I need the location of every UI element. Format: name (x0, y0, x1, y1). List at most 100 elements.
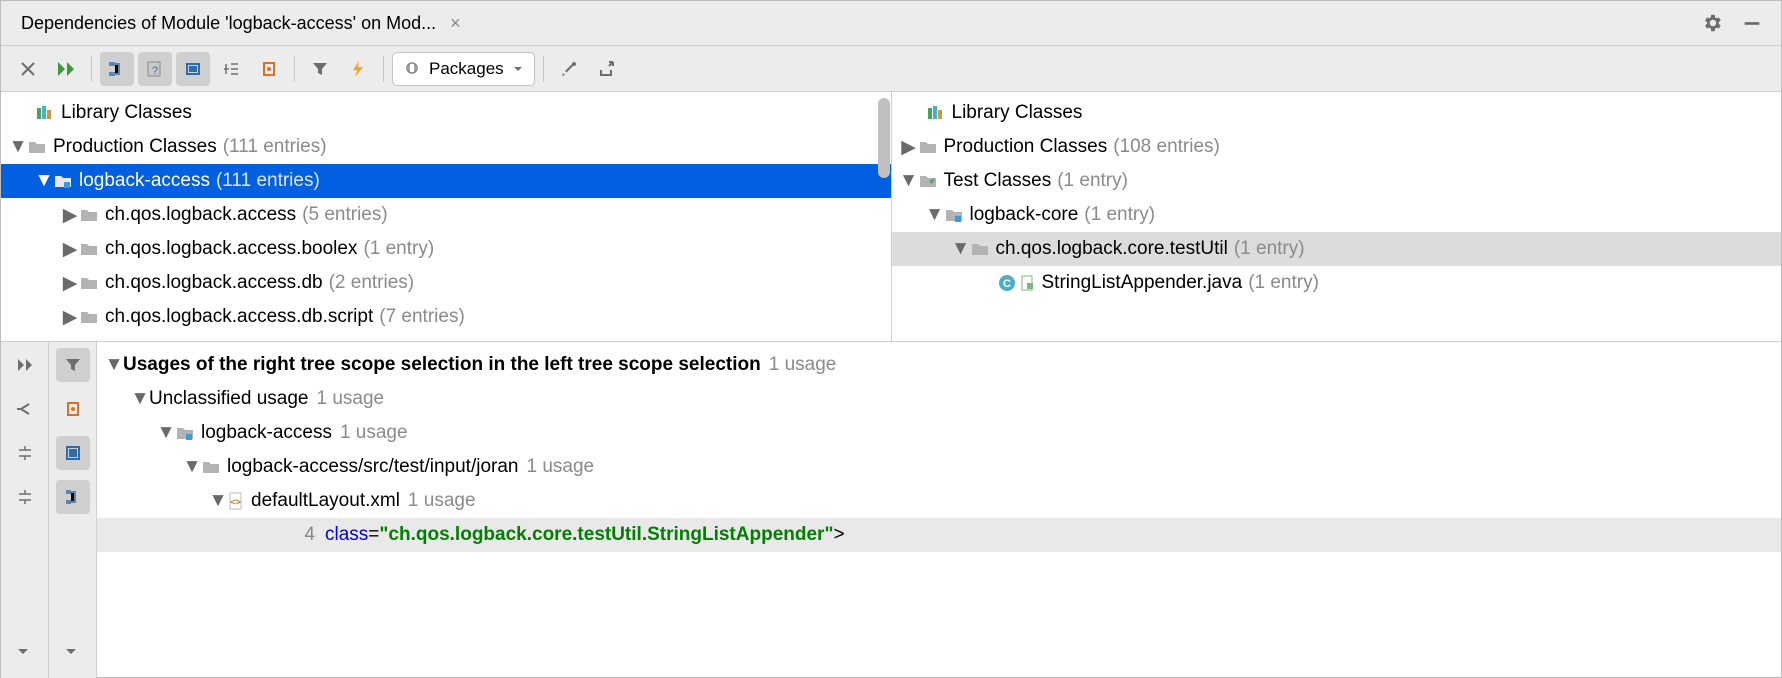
separator (91, 56, 92, 82)
node-label: ch.qos.logback.access.boolex (105, 238, 357, 260)
node-label: logback-core (970, 204, 1079, 226)
node-label: Unclassified usage (149, 388, 308, 410)
more-button[interactable] (8, 636, 42, 670)
scrollbar[interactable] (878, 98, 890, 178)
node-label: ch.qos.logback.access (105, 204, 296, 226)
filter-button[interactable] (56, 348, 90, 382)
export-button[interactable] (590, 52, 624, 86)
group-by-dropdown[interactable]: Packages (392, 52, 535, 86)
preview-button[interactable] (56, 436, 90, 470)
next-button[interactable] (8, 348, 42, 382)
node-entries: (1 entry) (1248, 272, 1319, 294)
usages-code-line[interactable]: 4 class="ch.qos.logback.core.testUtil.St… (97, 518, 1781, 552)
tree-node-module-logback-core[interactable]: ▼ logback-core (1 entry) (892, 198, 1782, 232)
filter-button[interactable] (303, 52, 337, 86)
minimize-icon[interactable] (1741, 12, 1763, 34)
node-count: 1 usage (526, 456, 594, 478)
flatten-modules-button[interactable] (100, 52, 134, 86)
group-button[interactable] (56, 480, 90, 514)
close-icon[interactable]: × (450, 13, 461, 34)
usages-unclassified[interactable]: ▼ Unclassified usage 1 usage (97, 382, 1781, 416)
folder-icon (27, 138, 47, 156)
usages-heading[interactable]: ▼ Usages of the right tree scope selecti… (97, 348, 1781, 382)
usages-module[interactable]: ▼ logback-access 1 usage (97, 416, 1781, 450)
node-count: 1 usage (408, 490, 476, 512)
rerun-button[interactable] (49, 52, 83, 86)
package-icon (79, 274, 99, 292)
library-icon (926, 104, 946, 122)
node-label: ch.qos.logback.access.db.script (105, 306, 373, 328)
usages-directory[interactable]: ▼ logback-access/src/test/input/joran 1 … (97, 450, 1781, 484)
chevron-right-icon: ▶ (900, 136, 918, 159)
node-label: Production Classes (53, 136, 217, 158)
node-entries: (111 entries) (216, 170, 320, 192)
tab-dependencies[interactable]: Dependencies of Module 'logback-access' … (9, 1, 473, 45)
right-tree-panel: Library Classes ▶ Production Classes (10… (892, 92, 1782, 341)
tree-node-production[interactable]: ▶ Production Classes (108 entries) (892, 130, 1782, 164)
chevron-down-icon: ▼ (209, 490, 227, 512)
dropdown-label: Packages (429, 59, 504, 79)
chevron-right-icon: ▶ (61, 204, 79, 227)
folder-icon (201, 458, 221, 476)
usages-file[interactable]: ▼ <> defaultLayout.xml 1 usage (97, 484, 1781, 518)
gear-icon[interactable] (1701, 12, 1723, 34)
lightning-button[interactable] (341, 52, 375, 86)
back-button[interactable] (8, 392, 42, 426)
chevron-down-icon: ▼ (157, 422, 175, 444)
usages-toolbar-secondary (49, 342, 97, 678)
package-icon (79, 308, 99, 326)
show-files-button[interactable]: ? (138, 52, 172, 86)
module-icon (175, 424, 195, 442)
close-button[interactable] (11, 52, 45, 86)
node-entries: (111 entries) (223, 136, 327, 158)
code-value: ch.qos.logback.core.testUtil.StringListA… (388, 524, 824, 546)
node-label: Library Classes (61, 102, 192, 124)
chevron-right-icon: ▶ (61, 306, 79, 329)
node-label: Library Classes (952, 102, 1083, 124)
expand-all-button[interactable] (8, 480, 42, 514)
node-label: Production Classes (944, 136, 1108, 158)
node-label: defaultLayout.xml (251, 490, 400, 512)
tree-node-library[interactable]: Library Classes (892, 96, 1782, 130)
test-folder-icon (918, 172, 938, 190)
node-entries: (1 entry) (1234, 238, 1305, 260)
usages-panel: ▼ Usages of the right tree scope selecti… (1, 342, 1781, 678)
titlebar: Dependencies of Module 'logback-access' … (1, 1, 1781, 46)
java-file-icon (1020, 275, 1036, 291)
node-entries: (1 entry) (363, 238, 434, 260)
tree-node-production[interactable]: ▼ Production Classes (111 entries) (1, 130, 891, 164)
node-entries: (108 entries) (1113, 136, 1220, 158)
tree-node-package[interactable]: ▶ ch.qos.logback.access.db (2 entries) (1, 266, 891, 300)
node-label: Test Classes (944, 170, 1052, 192)
scope-button[interactable] (252, 52, 286, 86)
tree-node-package[interactable]: ▶ ch.qos.logback.access.db.script (7 ent… (1, 300, 891, 334)
tree-node-module-logback-access[interactable]: ▼ logback-access (111 entries) (1, 164, 891, 198)
chevron-down-icon: ▼ (952, 238, 970, 260)
tree-node-test-classes[interactable]: ▼ Test Classes (1 entry) (892, 164, 1782, 198)
autoscroll-button[interactable] (176, 52, 210, 86)
line-number: 4 (275, 524, 315, 546)
expand-button[interactable] (214, 52, 248, 86)
chevron-down-icon: ▼ (9, 136, 27, 158)
scope-button[interactable] (56, 392, 90, 426)
xml-file-icon: <> (227, 492, 245, 510)
collapse-all-button[interactable] (8, 436, 42, 470)
tree-node-package[interactable]: ▶ ch.qos.logback.access (5 entries) (1, 198, 891, 232)
usages-toolbar-primary (1, 342, 49, 678)
library-icon (35, 104, 55, 122)
node-count: 1 usage (316, 388, 384, 410)
node-label: StringListAppender.java (1042, 272, 1243, 294)
left-tree-panel: Library Classes ▼ Production Classes (11… (1, 92, 892, 341)
tree-node-file-stringlistappender[interactable]: C StringListAppender.java (1 entry) (892, 266, 1782, 300)
module-icon (53, 172, 73, 190)
heading-label: Usages of the right tree scope selection… (123, 354, 761, 376)
chevron-down-icon: ▼ (131, 388, 149, 410)
more-button[interactable] (56, 636, 90, 670)
tree-node-package-testutil[interactable]: ▼ ch.qos.logback.core.testUtil (1 entry) (892, 232, 1782, 266)
chevron-right-icon: ▶ (61, 238, 79, 261)
tree-node-package[interactable]: ▶ ch.qos.logback.access.boolex (1 entry) (1, 232, 891, 266)
settings-button[interactable] (552, 52, 586, 86)
tree-node-library[interactable]: Library Classes (1, 96, 891, 130)
node-label: logback-access/src/test/input/joran (227, 456, 518, 478)
package-icon (79, 206, 99, 224)
